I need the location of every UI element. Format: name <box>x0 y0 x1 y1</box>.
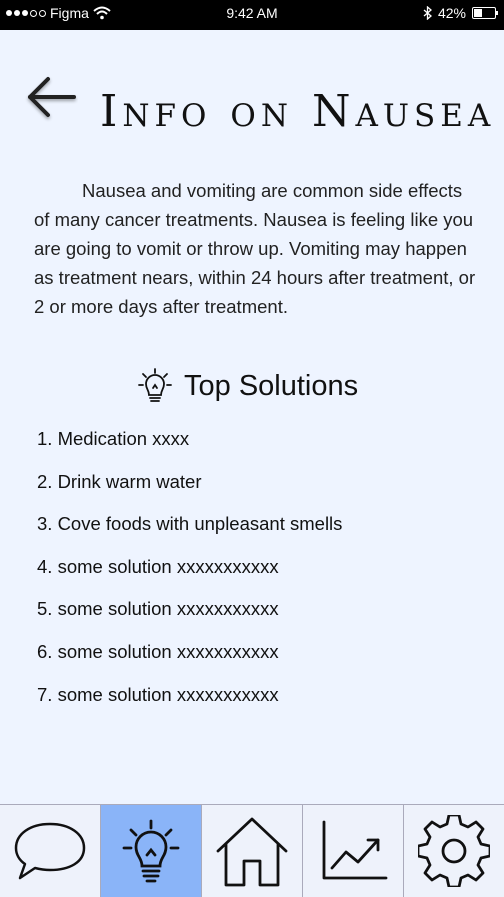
speech-bubble-icon <box>14 822 86 880</box>
solutions-header: Top Solutions <box>138 368 358 404</box>
solutions-title: Top Solutions <box>184 369 359 402</box>
lightbulb-icon <box>122 819 180 883</box>
gear-icon <box>418 815 490 887</box>
tab-settings[interactable] <box>404 805 504 897</box>
status-bar: Figma 9:42 AM 42% <box>0 0 504 30</box>
status-right: 42% <box>423 5 498 21</box>
trend-chart-icon <box>322 820 388 880</box>
list-item: 2. Drink warm water <box>37 470 202 492</box>
battery-percent: 42% <box>437 5 466 21</box>
intro-text: Nausea and vomiting are common side effe… <box>34 180 476 317</box>
tab-progress[interactable] <box>303 805 404 897</box>
list-item: 3. Cove foods with unpleasant smells <box>37 513 343 535</box>
tab-home[interactable] <box>202 805 303 897</box>
list-item: 7. some solution xxxxxxxxxxx <box>37 683 279 705</box>
arrow-left-icon <box>28 77 76 117</box>
list-item: 1. Medication xxxx <box>37 428 190 449</box>
battery-icon <box>472 7 498 19</box>
list-item: 4. some solution xxxxxxxxxxx <box>37 555 279 577</box>
tab-solutions[interactable] <box>101 805 202 897</box>
page-title: Info on Nausea <box>100 86 496 137</box>
tab-chat[interactable] <box>0 805 101 897</box>
list-item: 6. some solution xxxxxxxxxxx <box>37 640 279 662</box>
bluetooth-icon <box>423 6 432 20</box>
lightbulb-icon <box>138 368 172 402</box>
tab-bar <box>0 804 504 897</box>
back-button[interactable] <box>24 70 78 124</box>
home-icon <box>216 817 288 887</box>
list-item: 5. some solution xxxxxxxxxxx <box>37 598 279 620</box>
solutions-list: 1. Medication xxxx 2. Drink warm water 3… <box>37 428 342 726</box>
